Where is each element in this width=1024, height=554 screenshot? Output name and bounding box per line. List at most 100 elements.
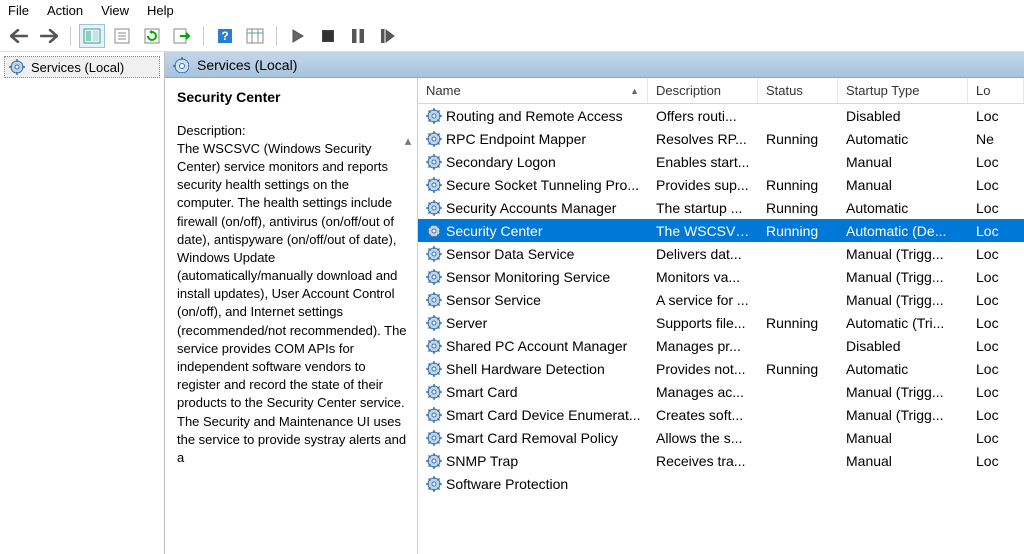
- service-gear-icon: [426, 407, 442, 423]
- service-row[interactable]: Smart Card Manages ac... Manual (Trigg...L…: [418, 380, 1024, 403]
- service-row[interactable]: Sensor Data ServiceDelivers dat...Manual…: [418, 242, 1024, 265]
- nav-label: Services (Local): [31, 60, 124, 75]
- cell-description: Manages ac...: [648, 384, 758, 400]
- start-service-button[interactable]: [285, 24, 311, 48]
- service-gear-icon: [426, 246, 442, 262]
- cell-name: Security Center: [418, 223, 648, 239]
- cell-logon: Loc: [968, 108, 1024, 124]
- service-name: Smart Card: [446, 384, 518, 400]
- service-row[interactable]: Software Protection: [418, 472, 1024, 495]
- cell-logon: Loc: [968, 246, 1024, 262]
- nav-services-local[interactable]: Services (Local): [4, 56, 160, 78]
- cell-name: Security Accounts Manager: [418, 200, 648, 216]
- export-button[interactable]: [169, 24, 195, 48]
- toolbar-separator: [203, 26, 204, 46]
- cell-startup-type: Automatic (De...: [838, 223, 968, 239]
- service-name: Shell Hardware Detection: [446, 361, 605, 377]
- cell-startup-type: Manual (Trigg...: [838, 292, 968, 308]
- cell-startup-type: Manual (Trigg...: [838, 384, 968, 400]
- forward-button[interactable]: [36, 24, 62, 48]
- service-gear-icon: [426, 131, 442, 147]
- arrow-left-icon: [10, 29, 28, 43]
- cell-description: Monitors va...: [648, 269, 758, 285]
- service-gear-icon: [426, 430, 442, 446]
- properties-button[interactable]: [109, 24, 135, 48]
- column-name[interactable]: Name ▲: [418, 78, 648, 103]
- cell-logon: Loc: [968, 453, 1024, 469]
- service-gear-icon: [426, 269, 442, 285]
- column-status[interactable]: Status: [758, 78, 838, 103]
- service-row[interactable]: ServerSupports file...RunningAutomatic (…: [418, 311, 1024, 334]
- service-row[interactable]: Sensor ServiceA service for ...Manual (T…: [418, 288, 1024, 311]
- cell-description: The WSCSVC...: [648, 223, 758, 239]
- menu-view[interactable]: View: [101, 3, 129, 18]
- cell-logon: Loc: [968, 384, 1024, 400]
- service-row[interactable]: Shared PC Account ManagerManages pr...Di…: [418, 334, 1024, 357]
- content-pane: Services (Local) Security Center Descrip…: [165, 52, 1024, 554]
- service-row[interactable]: Smart Card Removal Policy Allows the s...…: [418, 426, 1024, 449]
- service-row[interactable]: RPC Endpoint MapperResolves RP...Running…: [418, 127, 1024, 150]
- show-hide-tree-button[interactable]: [79, 24, 105, 48]
- back-button[interactable]: [6, 24, 32, 48]
- refresh-icon: [144, 28, 160, 44]
- toolbar: ?: [0, 21, 1024, 52]
- cell-startup-type: Automatic (Tri...: [838, 315, 968, 331]
- cell-name: Smart Card Device Enumerat...: [418, 407, 648, 423]
- service-row[interactable]: Shell Hardware DetectionProvides not...R…: [418, 357, 1024, 380]
- cell-description: Resolves RP...: [648, 131, 758, 147]
- menu-action[interactable]: Action: [47, 3, 83, 18]
- restart-service-button[interactable]: [375, 24, 401, 48]
- column-startup-type[interactable]: Startup Type: [838, 78, 968, 103]
- cell-name: Software Protection: [418, 476, 648, 492]
- service-name: Smart Card Device Enumerat...: [446, 407, 641, 423]
- service-row[interactable]: Routing and Remote AccessOffers routi...…: [418, 104, 1024, 127]
- cell-description: Provides sup...: [648, 177, 758, 193]
- service-row[interactable]: Security Accounts ManagerThe startup ...…: [418, 196, 1024, 219]
- arrow-right-icon: [40, 29, 58, 43]
- cell-startup-type: Manual: [838, 177, 968, 193]
- columns-button[interactable]: [242, 24, 268, 48]
- cell-logon: Loc: [968, 407, 1024, 423]
- service-row[interactable]: Sensor Monitoring ServiceMonitors va...M…: [418, 265, 1024, 288]
- stop-service-button[interactable]: [315, 24, 341, 48]
- cell-logon: Ne: [968, 131, 1024, 147]
- service-row[interactable]: Smart Card Device Enumerat...Creates sof…: [418, 403, 1024, 426]
- pause-icon: [352, 29, 364, 43]
- cell-logon: Loc: [968, 154, 1024, 170]
- menu-help[interactable]: Help: [147, 3, 174, 18]
- service-gear-icon: [426, 292, 442, 308]
- column-description[interactable]: Description: [648, 78, 758, 103]
- cell-description: Delivers dat...: [648, 246, 758, 262]
- service-name: Smart Card Removal Policy: [446, 430, 618, 446]
- service-name: Security Center: [446, 223, 542, 239]
- column-logon[interactable]: Lo: [968, 78, 1024, 103]
- cell-startup-type: Disabled: [838, 338, 968, 354]
- panel-icon: [83, 28, 101, 44]
- cell-logon: Loc: [968, 200, 1024, 216]
- service-name: Sensor Monitoring Service: [446, 269, 610, 285]
- cell-description: Manages pr...: [648, 338, 758, 354]
- services-gear-icon: [173, 57, 189, 73]
- selected-service-title: Security Center: [177, 88, 407, 108]
- svg-text:?: ?: [221, 29, 228, 43]
- cell-startup-type: Automatic: [838, 361, 968, 377]
- service-row[interactable]: Secure Socket Tunneling Pro...Provides s…: [418, 173, 1024, 196]
- service-row[interactable]: Security CenterThe WSCSVC...RunningAutom…: [418, 219, 1024, 242]
- cell-name: Routing and Remote Access: [418, 108, 648, 124]
- service-name: SNMP Trap: [446, 453, 518, 469]
- service-row[interactable]: Secondary LogonEnables start...ManualLoc: [418, 150, 1024, 173]
- refresh-button[interactable]: [139, 24, 165, 48]
- cell-description: Enables start...: [648, 154, 758, 170]
- service-row[interactable]: SNMP TrapReceives tra...ManualLoc: [418, 449, 1024, 472]
- cell-description: Allows the s...: [648, 430, 758, 446]
- toolbar-separator: [70, 26, 71, 46]
- service-gear-icon: [426, 476, 442, 492]
- service-gear-icon: [426, 338, 442, 354]
- cell-status: Running: [758, 315, 838, 331]
- pause-service-button[interactable]: [345, 24, 371, 48]
- menu-file[interactable]: File: [8, 3, 29, 18]
- help-button[interactable]: ?: [212, 24, 238, 48]
- detail-scroll[interactable]: ▴: [401, 132, 415, 150]
- cell-name: SNMP Trap: [418, 453, 648, 469]
- properties-icon: [114, 28, 130, 44]
